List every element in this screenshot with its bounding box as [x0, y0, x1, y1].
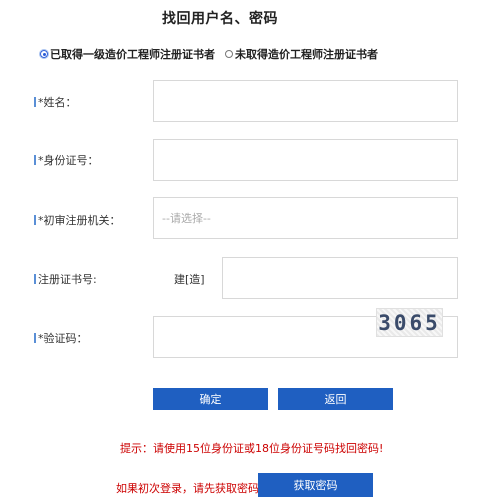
radio-checked-icon[interactable] [39, 49, 49, 59]
first-login-hint: 如果初次登录，请先获取密码! [116, 482, 264, 495]
cert-number-label: 注册证书号: [34, 271, 97, 287]
authority-select[interactable]: --请选择-- [153, 197, 458, 239]
authority-label-text: *初审注册机关： [38, 214, 121, 227]
cert-type-radio-group: 已取得一级造价工程师注册证书者 未取得造价工程师注册证书者 [39, 46, 388, 62]
page-title: 找回用户名、密码 [162, 11, 278, 27]
label-bar-icon [34, 333, 36, 343]
confirm-button[interactable]: 确定 [153, 388, 268, 410]
id-number-label-text: *身份证号： [38, 154, 99, 167]
name-label: *姓名： [34, 94, 77, 110]
label-bar-icon [34, 215, 36, 225]
authority-label: *初审注册机关： [34, 212, 121, 228]
captcha-label: *验证码： [34, 330, 88, 346]
label-bar-icon [34, 97, 36, 107]
radio-no-certificate[interactable]: 未取得造价工程师注册证书者 [225, 46, 378, 62]
authority-placeholder: --请选择-- [162, 212, 211, 225]
cert-number-prefix: 建[造] [174, 273, 205, 286]
captcha-label-text: *验证码： [38, 332, 88, 345]
cert-number-input[interactable] [222, 257, 458, 299]
radio-has-certificate-label: 已取得一级造价工程师注册证书者 [50, 48, 215, 61]
captcha-image[interactable]: 3065 [376, 308, 443, 337]
id-number-input[interactable] [153, 139, 458, 181]
name-label-text: *姓名： [38, 96, 77, 109]
get-password-button[interactable]: 获取密码 [258, 473, 373, 497]
cert-number-label-text: 注册证书号: [38, 273, 97, 286]
label-bar-icon [34, 155, 36, 165]
id-number-tip: 提示：请使用15位身份证或18位身份证号码找回密码! [120, 442, 384, 455]
label-bar-icon [34, 274, 36, 284]
recover-account-page: 找回用户名、密码 已取得一级造价工程师注册证书者 未取得造价工程师注册证书者 *… [0, 0, 490, 504]
radio-no-certificate-label: 未取得造价工程师注册证书者 [235, 48, 378, 61]
radio-unchecked-icon[interactable] [225, 50, 233, 58]
radio-has-certificate[interactable]: 已取得一级造价工程师注册证书者 [39, 46, 215, 62]
id-number-label: *身份证号： [34, 152, 99, 168]
back-button[interactable]: 返回 [278, 388, 393, 410]
name-input[interactable] [153, 80, 458, 122]
